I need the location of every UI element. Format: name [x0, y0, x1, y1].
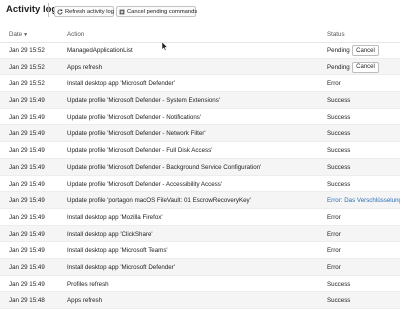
status-column-header: Status	[327, 31, 345, 38]
row-action: Update profile 'Microsoft Defender - Ful…	[67, 147, 213, 155]
row-date: Jan 29 15:52	[9, 47, 45, 54]
page-title: Activity log	[6, 4, 58, 15]
row-status: Success	[327, 130, 351, 138]
refresh-activity-log-button[interactable]: Refresh activity log	[54, 6, 114, 17]
refresh-icon	[57, 8, 63, 15]
table-row: Jan 29 15:49 Install desktop app 'ClickSh…	[0, 225, 400, 243]
row-date: Jan 29 15:49	[9, 280, 45, 288]
row-action: Update profile 'Microsoft Defender - Acc…	[67, 180, 223, 188]
cancel-pending-commands-button[interactable]: Cancel pending commands	[116, 6, 198, 17]
row-date: Jan 29 15:49	[9, 147, 45, 155]
row-date: Jan 29 15:49	[9, 130, 45, 138]
row-date: Jan 29 15:49	[9, 113, 45, 121]
row-status: Success	[327, 97, 351, 105]
row-date: Jan 29 15:49	[9, 263, 45, 271]
activity-table: Jan 29 15:52 ManagedApplicationList Pendin…	[0, 42, 400, 309]
row-status-link[interactable]: Error: Das Verschlüsselung	[327, 197, 400, 204]
row-date: Jan 29 15:52	[9, 80, 45, 88]
table-row: Jan 29 15:49 Install desktop app 'Microso…	[0, 242, 400, 259]
row-action: Update profile 'Microsoft Defender - Net…	[67, 130, 206, 138]
table-row: Jan 29 15:49 Install desktop app 'Microso…	[0, 258, 400, 276]
table-row: Jan 29 15:52 Apps refresh Pending Cancel	[0, 58, 400, 76]
row-status: Error	[327, 247, 341, 255]
table-row: Jan 29 15:49 Update profile 'portagon mac…	[0, 192, 400, 209]
toolbar-divider	[48, 3, 49, 17]
row-date: Jan 29 15:49	[9, 213, 45, 221]
row-action: Install desktop app 'Microsoft Teams'	[67, 247, 168, 255]
refresh-activity-log-label: Refresh activity log	[65, 8, 114, 15]
table-row: Jan 29 15:49 Install desktop app 'Mozilla…	[0, 209, 400, 226]
row-date: Jan 29 15:49	[9, 247, 45, 255]
cancel-square-icon	[119, 9, 125, 15]
row-status: Success	[327, 297, 351, 305]
row-action: Profiles refresh	[67, 280, 109, 288]
date-column-header[interactable]: Date▼	[9, 31, 28, 38]
row-status: Success	[327, 147, 351, 155]
row-action: Install desktop app 'Microsoft Defender'	[67, 80, 175, 88]
table-row: Jan 29 15:49 Update profile 'Microsoft De…	[0, 142, 400, 159]
row-action: ManagedApplicationList	[67, 47, 133, 54]
cancel-command-button[interactable]: Cancel	[352, 61, 379, 73]
table-row: Jan 29 15:52 ManagedApplicationList Pendin…	[0, 42, 400, 59]
row-date: Jan 29 15:49	[9, 180, 45, 188]
row-date: Jan 29 15:49	[9, 163, 45, 171]
row-action: Update profile 'Microsoft Defender - Sys…	[67, 97, 220, 105]
cancel-pending-commands-label: Cancel pending commands	[127, 8, 198, 15]
row-status: Error	[327, 263, 341, 271]
table-header: Date▼ Action Status	[0, 28, 400, 43]
row-status: Success	[327, 113, 351, 121]
row-status: Success	[327, 180, 351, 188]
table-row: Jan 29 15:49 Update profile 'Microsoft De…	[0, 125, 400, 143]
row-status: Error	[327, 80, 341, 88]
sort-down-icon: ▼	[23, 32, 29, 38]
row-date: Jan 29 15:52	[9, 63, 45, 71]
row-date: Jan 29 15:49	[9, 197, 45, 205]
row-date: Jan 29 15:49	[9, 97, 45, 105]
row-status: Success	[327, 163, 351, 171]
table-row: Jan 29 15:48 Apps refresh Success	[0, 292, 400, 309]
toolbar: Activity log Refresh activity log Cancel…	[0, 0, 400, 24]
row-action: Update profile 'Microsoft Defender - Not…	[67, 113, 202, 121]
row-action: Install desktop app 'Mozilla Firefox'	[67, 213, 163, 221]
table-row: Jan 29 15:49 Update profile 'Microsoft De…	[0, 109, 400, 126]
row-action: Apps refresh	[67, 63, 103, 71]
row-action: Update profile 'Microsoft Defender - Bac…	[67, 163, 262, 171]
table-row: Jan 29 15:49 Update profile 'Microsoft De…	[0, 92, 400, 109]
row-date: Jan 29 15:48	[9, 297, 45, 305]
action-column-header: Action	[67, 31, 85, 38]
row-status: Error	[327, 230, 341, 238]
table-row: Jan 29 15:49 Update profile 'Microsoft De…	[0, 176, 400, 193]
table-row: Jan 29 15:52 Install desktop app 'Microso…	[0, 75, 400, 93]
row-status: Success	[327, 280, 351, 288]
cancel-command-button[interactable]: Cancel	[352, 45, 379, 56]
table-row: Jan 29 15:49 Update profile 'Microsoft De…	[0, 158, 400, 176]
row-action: Update profile 'portagon macOS FileVault…	[67, 197, 251, 205]
row-action: Install desktop app 'Microsoft Defender'	[67, 263, 175, 271]
row-action: Apps refresh	[67, 297, 103, 305]
row-status: Error	[327, 213, 341, 221]
row-date: Jan 29 15:49	[9, 230, 45, 238]
table-row: Jan 29 15:49 Profiles refresh Success	[0, 276, 400, 293]
row-action: Install desktop app 'ClickShare'	[67, 230, 153, 238]
